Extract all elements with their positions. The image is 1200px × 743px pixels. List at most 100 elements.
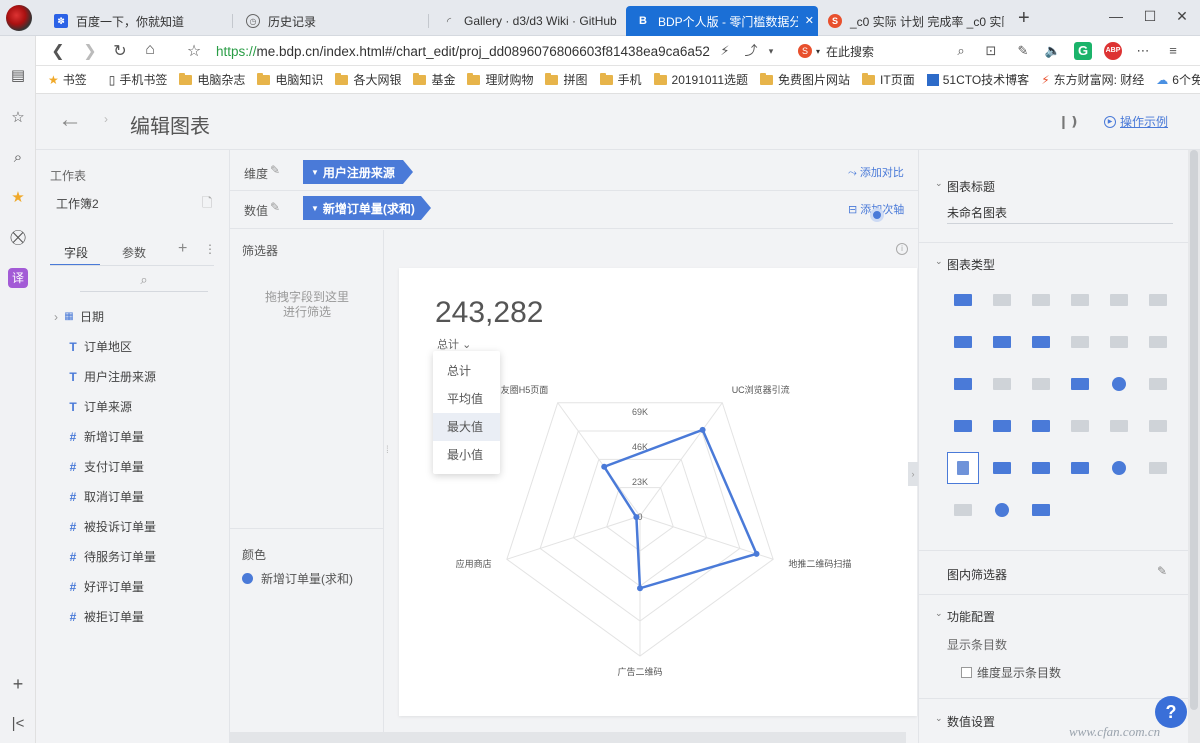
sunburst-icon[interactable] xyxy=(1025,452,1057,484)
field-item[interactable]: # 支付订单量 xyxy=(66,458,144,475)
bookmark-item[interactable]: ▯ 手机书签 xyxy=(109,71,168,88)
pie-3d-icon[interactable] xyxy=(986,494,1018,526)
boxplot-icon[interactable] xyxy=(986,452,1018,484)
forward-icon[interactable]: ❯ xyxy=(80,41,100,61)
agg-option-max[interactable]: 最大值 xyxy=(433,413,500,441)
gauge-icon[interactable] xyxy=(1025,284,1057,316)
bookmark-item[interactable]: ☁ 6个免 xyxy=(1156,71,1200,88)
field-search-input[interactable]: ⌕ xyxy=(80,272,208,292)
search-field[interactable]: S ▾ 在此搜索 xyxy=(798,40,978,62)
reload-icon[interactable]: ↻ xyxy=(110,41,130,61)
add-compare-button[interactable]: ⤳ 添加对比 xyxy=(848,164,904,180)
bookmark-item[interactable]: 理财购物 xyxy=(467,71,533,88)
maximize-button[interactable]: ☐ xyxy=(1140,8,1160,25)
tab-github[interactable]: ◜ Gallery · d3/d3 Wiki · GitHub xyxy=(432,6,620,36)
field-item[interactable]: # 取消订单量 xyxy=(66,488,144,505)
pyramid-icon[interactable] xyxy=(1142,326,1174,358)
column-chart-icon[interactable] xyxy=(986,326,1018,358)
search-icon[interactable]: ⌕ xyxy=(8,148,28,168)
tab-bdp[interactable]: B BDP个人版 - 零门槛数据分析平 ✕ xyxy=(626,6,818,36)
edit-pencil-icon[interactable]: ✎ xyxy=(270,200,280,214)
tab-history[interactable]: ◷ 历史记录 xyxy=(236,6,416,36)
minimize-button[interactable]: — xyxy=(1106,8,1126,24)
bookmark-item[interactable]: IT页面 xyxy=(862,71,915,88)
add-field-icon[interactable]: + xyxy=(178,240,187,258)
field-item[interactable]: T 订单地区 xyxy=(66,338,132,355)
tab-sheet[interactable]: S _c0 实际 计划 完成率 _c0 实际 xyxy=(818,6,1004,36)
reader-icon[interactable]: ▤ xyxy=(8,66,28,86)
bookmark-item[interactable]: 免费图片网站 xyxy=(760,71,850,88)
waterfall-icon[interactable] xyxy=(1142,452,1174,484)
section-toggle-icon[interactable]: ⌄ xyxy=(935,713,943,724)
extension-icon[interactable]: ✎ xyxy=(1014,42,1032,60)
field-item[interactable]: # 被投诉订单量 xyxy=(66,518,156,535)
field-item[interactable]: T 订单来源 xyxy=(66,398,132,415)
scatter-icon[interactable] xyxy=(1064,368,1096,400)
cart-icon[interactable]: ⛒ xyxy=(8,228,28,248)
bookmark-item[interactable]: 基金 xyxy=(413,71,455,88)
edit-pencil-icon[interactable]: ✎ xyxy=(1157,564,1167,578)
tab-baidu[interactable]: ✽ 百度一下，你就知道 xyxy=(44,6,224,36)
heatmap-icon[interactable] xyxy=(1025,368,1057,400)
bookmark-item[interactable]: 20191011选题 xyxy=(653,71,748,88)
star-outline-icon[interactable]: ☆ xyxy=(8,108,28,128)
map-icon[interactable] xyxy=(1025,410,1057,442)
wave-icon[interactable] xyxy=(1064,284,1096,316)
translate-icon[interactable]: 译 xyxy=(8,268,28,288)
horizontal-stack-icon[interactable] xyxy=(1064,326,1096,358)
flow-icon[interactable] xyxy=(947,494,979,526)
list-chart-icon[interactable] xyxy=(1103,326,1135,358)
screenshot-icon[interactable]: ⊡ xyxy=(982,42,1000,60)
area-stack-icon[interactable] xyxy=(986,368,1018,400)
more-icon[interactable]: ⋯ xyxy=(1134,42,1152,60)
funnel-icon[interactable] xyxy=(986,410,1018,442)
info-icon[interactable]: i xyxy=(896,243,908,255)
section-toggle-icon[interactable]: ⌄ xyxy=(935,178,943,189)
bookmark-star-icon[interactable]: ☆ xyxy=(184,41,204,61)
bookmark-item[interactable]: 拼图 xyxy=(545,71,588,88)
dimension-pill[interactable]: ▼ 用户注册来源 xyxy=(303,160,413,184)
adblock-icon[interactable]: ABP xyxy=(1104,42,1122,60)
table-chart-icon[interactable] xyxy=(947,284,979,316)
area-chart-icon[interactable] xyxy=(947,368,979,400)
column-group-icon[interactable] xyxy=(947,326,979,358)
bubble-map-icon[interactable] xyxy=(1103,452,1135,484)
ring-icon[interactable] xyxy=(1142,368,1174,400)
word-cloud-icon[interactable] xyxy=(1103,410,1135,442)
edit-pencil-icon[interactable]: ✎ xyxy=(270,163,280,177)
back-icon[interactable]: ❮ xyxy=(48,41,68,61)
section-toggle-icon[interactable]: ⌄ xyxy=(935,256,943,267)
collapse-icon[interactable]: |< xyxy=(8,714,28,734)
agg-option-avg[interactable]: 平均值 xyxy=(433,385,500,413)
dropdown-arrow-icon[interactable]: ▾ xyxy=(762,42,780,60)
treemap-icon[interactable] xyxy=(947,410,979,442)
menu-icon[interactable]: ≡ xyxy=(1164,42,1182,60)
candlestick-icon[interactable] xyxy=(1064,410,1096,442)
collapse-right-handle[interactable]: › xyxy=(908,462,918,486)
add-icon[interactable]: + xyxy=(8,674,28,694)
horizontal-scrollbar[interactable] xyxy=(230,732,906,743)
sankey-icon[interactable] xyxy=(1142,410,1174,442)
bookmark-item[interactable]: ⚡ 东方财富网: 财经 xyxy=(1041,71,1144,88)
number-card-icon[interactable] xyxy=(986,284,1018,316)
magnifier-icon[interactable]: ⌕ xyxy=(952,42,970,60)
radar-chart-icon[interactable] xyxy=(947,452,979,484)
favorites-star-icon[interactable]: ★ xyxy=(8,188,28,208)
bookmark-item[interactable]: ★ 书签 xyxy=(48,71,87,88)
lightning-icon[interactable]: ⚡ xyxy=(716,42,734,60)
home-icon[interactable]: ⌂ xyxy=(140,41,160,59)
guide-icon[interactable]: ❙❫ xyxy=(1058,114,1080,130)
worksheet-item[interactable]: 工作簿2 xyxy=(56,195,99,212)
tree-icon[interactable] xyxy=(1025,494,1057,526)
bookmark-item[interactable]: 电脑知识 xyxy=(257,71,323,88)
close-window-button[interactable]: ✕ xyxy=(1172,8,1192,25)
measure-pill[interactable]: ▼ 新增订单量(求和) xyxy=(303,196,431,220)
filter-drop-zone[interactable]: 拖拽字段到这里 进行筛选 xyxy=(230,290,384,320)
tab-fields[interactable]: 字段 xyxy=(64,244,88,261)
back-arrow-icon[interactable]: ← xyxy=(58,106,82,134)
chart-title-input[interactable]: 未命名图表 xyxy=(947,204,1173,224)
grammarly-icon[interactable]: G xyxy=(1074,42,1092,60)
agg-option-min[interactable]: 最小值 xyxy=(433,441,500,469)
stacked-bar-icon[interactable] xyxy=(1142,284,1174,316)
more-vertical-icon[interactable]: ⋮ xyxy=(204,242,216,256)
